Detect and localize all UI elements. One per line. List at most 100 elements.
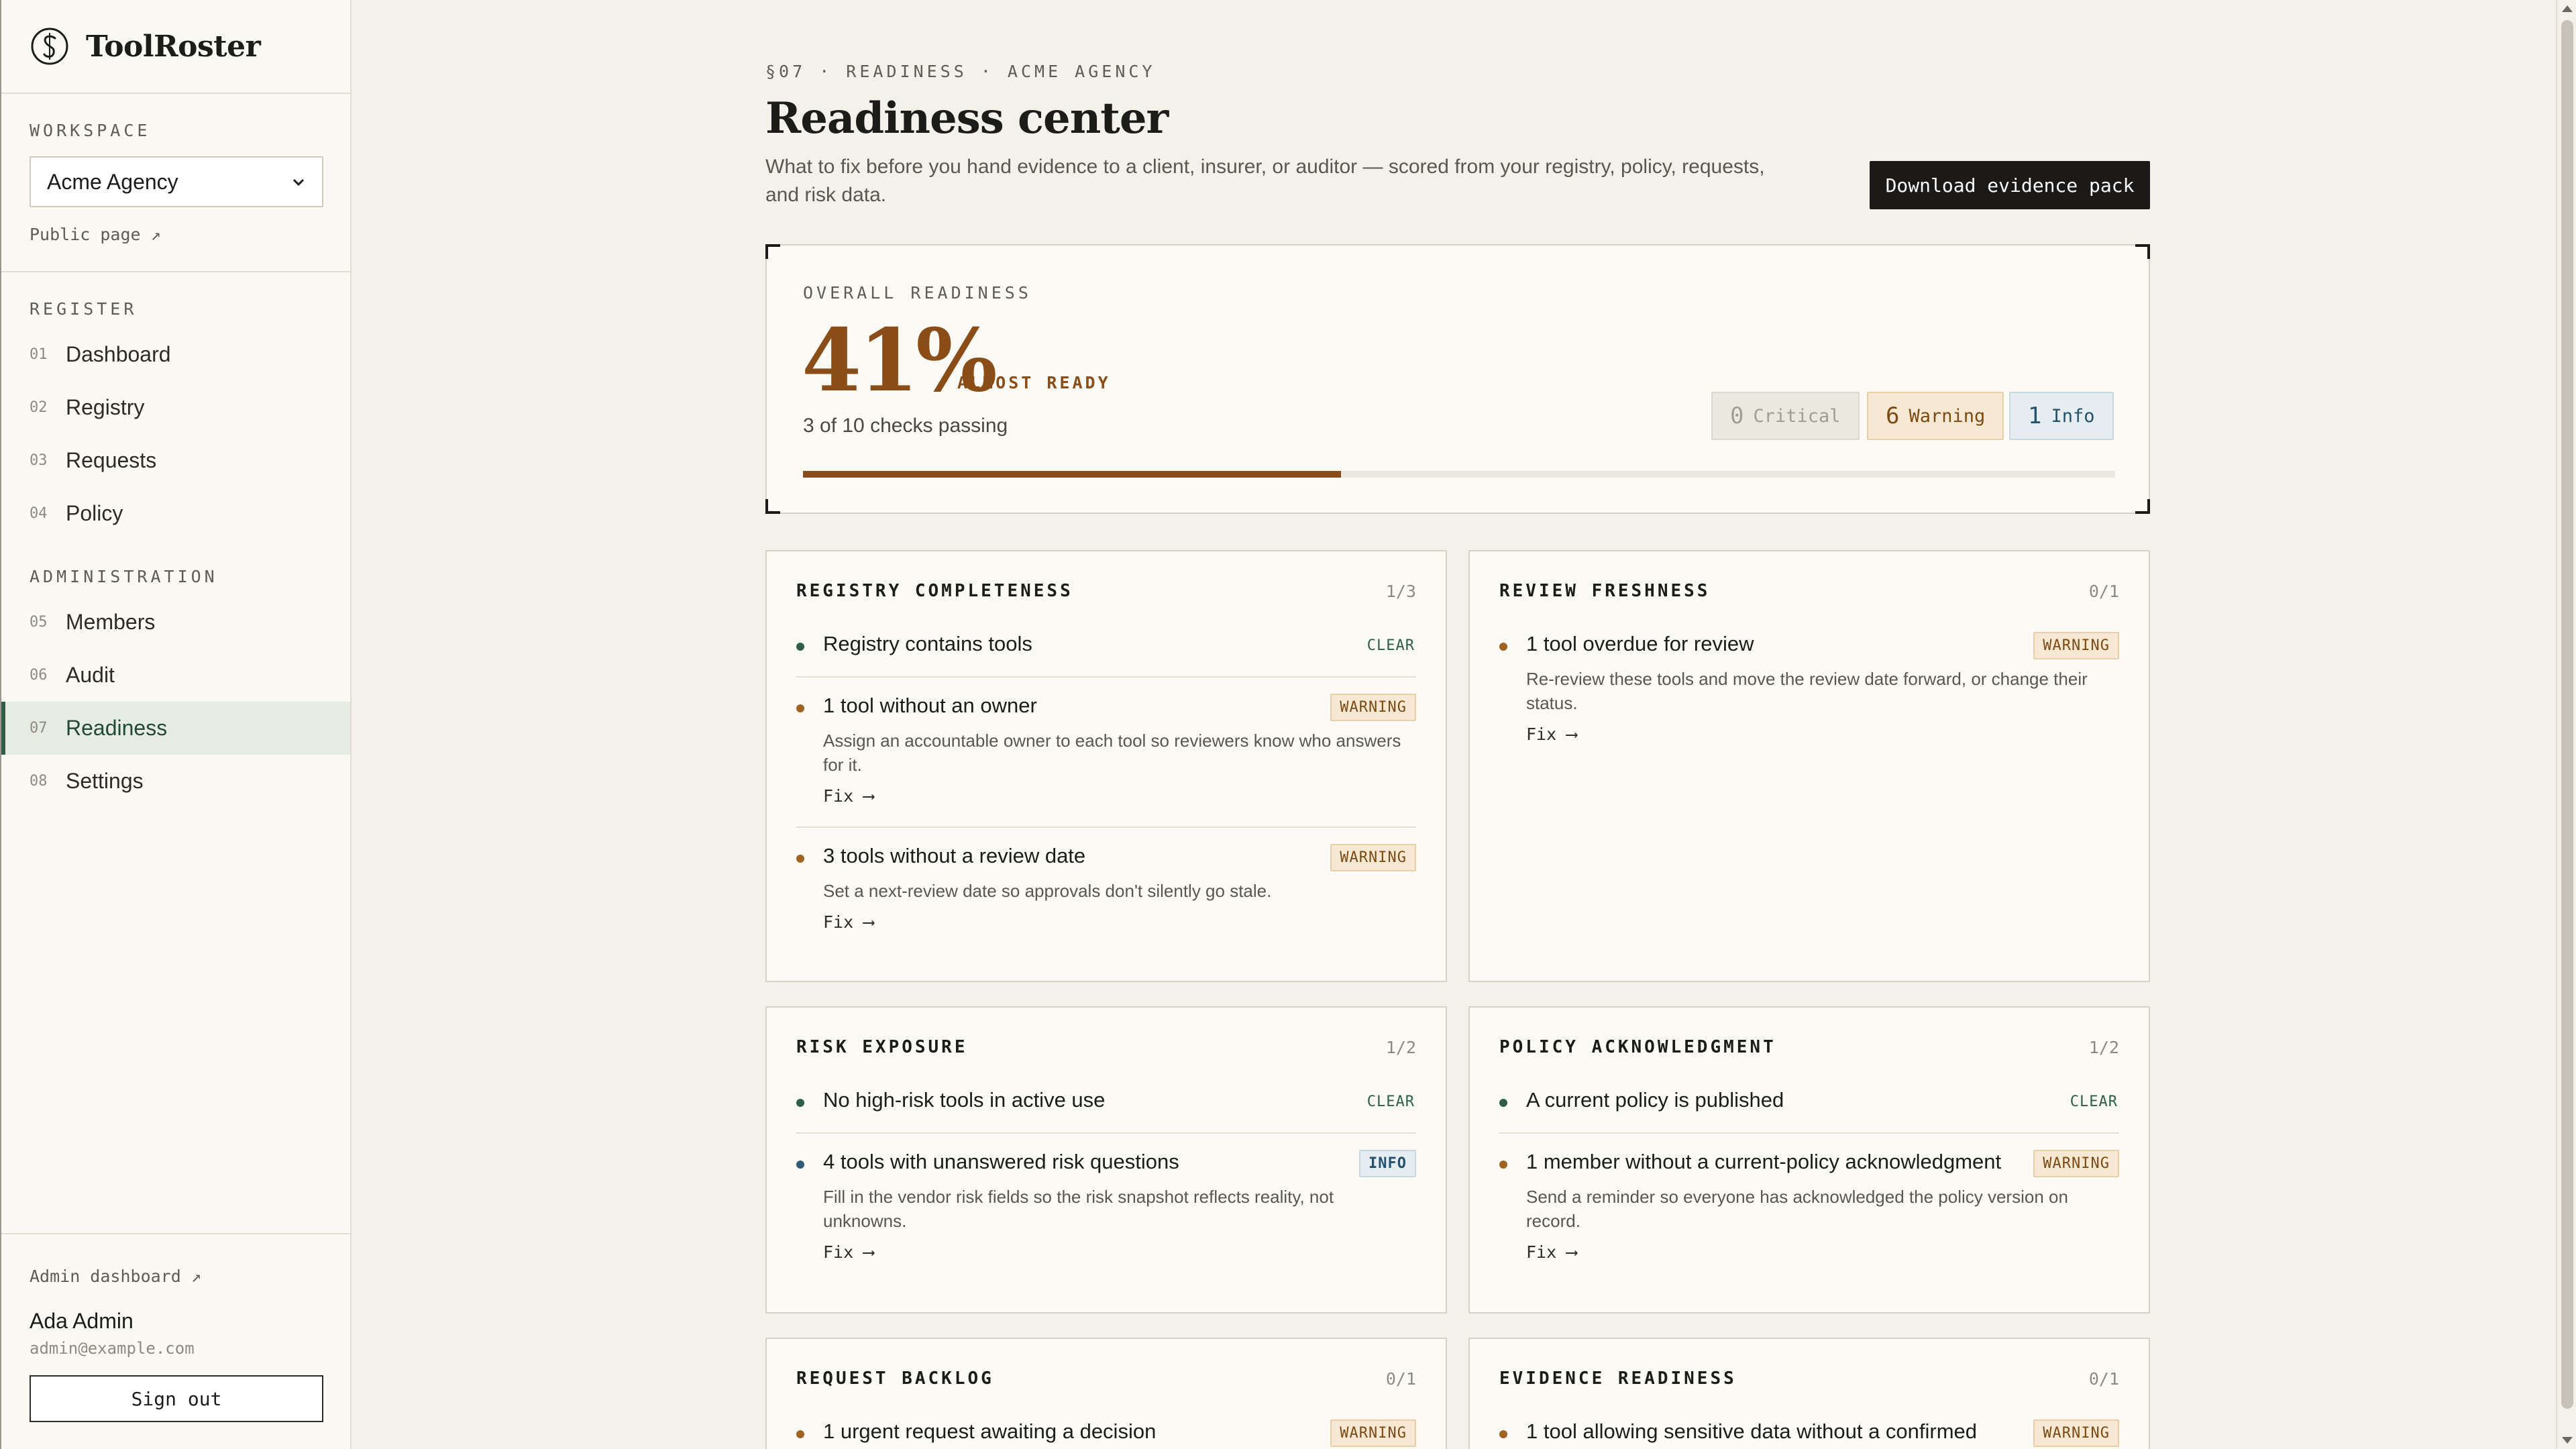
- card-evidence-readiness: EVIDENCE READINESS 0/1 1 tool allowing s…: [1468, 1338, 2150, 1449]
- status-badge: WARNING: [1330, 694, 1416, 721]
- corner-mark: [2135, 244, 2150, 259]
- status-badge: INFO: [1359, 1150, 1416, 1177]
- check-item: 1 tool overdue for review WARNING Re-rev…: [1499, 632, 2119, 766]
- sidebar-item-policy[interactable]: 04 Policy: [1, 487, 350, 540]
- check-item: 1 urgent request awaiting a decision WAR…: [796, 1419, 1416, 1449]
- nav-number: 02: [30, 399, 48, 416]
- warning-label: Warning: [1909, 405, 1986, 427]
- status-dot: [796, 855, 804, 863]
- register-label: REGISTER: [30, 299, 138, 319]
- admin-dashboard-link[interactable]: Admin dashboard ↗: [30, 1267, 323, 1286]
- card-title: REVIEW FRESHNESS: [1499, 581, 1711, 601]
- status-dot: [796, 1099, 804, 1107]
- readiness-status: ALMOST READY: [957, 373, 1111, 392]
- fix-link[interactable]: Fix ⟶: [823, 786, 873, 806]
- overall-readiness-panel: OVERALL READINESS 41% ALMOST READY 3 of …: [765, 244, 2150, 514]
- readiness-progress-fill: [803, 471, 1341, 478]
- card-title: POLICY ACKNOWLEDGMENT: [1499, 1037, 1776, 1057]
- status-dot: [796, 1161, 804, 1169]
- status-badge: WARNING: [2033, 1419, 2119, 1447]
- sidebar-item-members[interactable]: 05 Members: [1, 596, 350, 649]
- sidebar-item-dashboard[interactable]: 01 Dashboard: [1, 328, 350, 381]
- page-title: Readiness center: [765, 93, 1169, 144]
- check-title: 4 tools with unanswered risk questions: [823, 1150, 1179, 1173]
- card-title: REQUEST BACKLOG: [796, 1368, 994, 1389]
- card-registry-completeness: REGISTRY COMPLETENESS 1/3 Registry conta…: [765, 550, 1447, 982]
- corner-mark: [2135, 499, 2150, 514]
- card-count: 1/2: [1385, 1037, 1416, 1057]
- sidebar-item-label: Readiness: [66, 716, 168, 740]
- fix-link[interactable]: Fix ⟶: [823, 1242, 873, 1262]
- fix-link[interactable]: Fix ⟶: [823, 912, 873, 932]
- check-title: A current policy is published: [1526, 1088, 1784, 1112]
- scrollbar-thumb[interactable]: [2561, 20, 2573, 1409]
- sidebar-footer: Admin dashboard ↗ Ada Admin admin@exampl…: [1, 1233, 352, 1449]
- check-title: 1 tool overdue for review: [1526, 632, 1754, 655]
- sidebar: ToolRoster WORKSPACE Acme Agency Public …: [0, 0, 352, 1449]
- public-page-link[interactable]: Public page ↗: [30, 225, 322, 244]
- nav-number: 04: [30, 505, 48, 522]
- workspace-select-value: Acme Agency: [47, 169, 178, 194]
- breadcrumb: §07 · READINESS · ACME AGENCY: [765, 62, 1156, 81]
- sidebar-item-audit[interactable]: 06 Audit: [1, 649, 350, 702]
- scroll-down-arrow-icon[interactable]: [2562, 1437, 2573, 1444]
- sidebar-item-label: Audit: [66, 663, 115, 687]
- readiness-progress-bar: [803, 471, 2115, 478]
- critical-count: 0: [1730, 402, 1744, 429]
- card-title: EVIDENCE READINESS: [1499, 1368, 1737, 1389]
- critical-label: Critical: [1753, 405, 1841, 427]
- card-request-backlog: REQUEST BACKLOG 0/1 1 urgent request awa…: [765, 1338, 1447, 1449]
- check-description: Send a reminder so everyone has acknowle…: [1526, 1187, 2068, 1231]
- check-item: 1 member without a current-policy acknow…: [1499, 1132, 2119, 1280]
- status-dot: [1499, 1161, 1507, 1169]
- sidebar-item-settings[interactable]: 08 Settings: [1, 755, 350, 808]
- page-scrollbar[interactable]: [2556, 0, 2576, 1449]
- check-title: 3 tools without a review date: [823, 844, 1086, 867]
- info-label: Info: [2051, 405, 2095, 427]
- status-badge: CLEAR: [1366, 637, 1415, 654]
- status-badge: CLEAR: [1366, 1093, 1415, 1110]
- info-filter-pill[interactable]: 1 Info: [2009, 392, 2114, 440]
- download-evidence-pack-button[interactable]: Download evidence pack: [1870, 161, 2150, 209]
- status-badge: WARNING: [2033, 1150, 2119, 1177]
- brand-name: ToolRoster: [86, 29, 261, 64]
- sidebar-item-readiness[interactable]: 07 Readiness: [1, 702, 350, 755]
- card-title: REGISTRY COMPLETENESS: [796, 581, 1073, 601]
- card-count: 0/1: [2088, 1368, 2119, 1389]
- sidebar-item-label: Settings: [66, 769, 144, 793]
- sidebar-item-label: Policy: [66, 501, 123, 525]
- nav-number: 05: [30, 614, 48, 631]
- check-title: 1 urgent request awaiting a decision: [823, 1419, 1157, 1443]
- toolroster-logo-icon: [31, 28, 68, 65]
- critical-filter-pill[interactable]: 0 Critical: [1711, 392, 1860, 440]
- status-dot: [796, 1430, 804, 1438]
- check-title: 1 tool without an owner: [823, 694, 1037, 717]
- warning-filter-pill[interactable]: 6 Warning: [1867, 392, 2004, 440]
- scroll-up-arrow-icon[interactable]: [2562, 5, 2573, 12]
- card-count: 1/2: [2088, 1037, 2119, 1057]
- nav-number: 01: [30, 346, 48, 363]
- check-item: 4 tools with unanswered risk questions I…: [796, 1132, 1416, 1280]
- card-count: 0/1: [1385, 1368, 1416, 1389]
- sign-out-button[interactable]: Sign out: [30, 1375, 323, 1422]
- check-title: 1 tool allowing sensitive data without a…: [1526, 1419, 1978, 1443]
- card-title: RISK EXPOSURE: [796, 1037, 968, 1057]
- user-email: admin@example.com: [30, 1339, 195, 1358]
- nav-number: 07: [30, 720, 48, 737]
- status-dot: [1499, 1430, 1507, 1438]
- status-dot: [796, 643, 804, 651]
- status-dot: [1499, 643, 1507, 651]
- status-dot: [1499, 1099, 1507, 1107]
- brand[interactable]: ToolRoster: [1, 0, 350, 94]
- check-description: Fill in the vendor risk fields so the ri…: [823, 1187, 1334, 1231]
- sidebar-item-requests[interactable]: 03 Requests: [1, 434, 350, 487]
- fix-link[interactable]: Fix ⟶: [1526, 1242, 1576, 1262]
- workspace-select[interactable]: Acme Agency: [30, 156, 323, 207]
- info-count: 1: [2028, 402, 2042, 429]
- check-description: Assign an accountable owner to each tool…: [823, 731, 1401, 775]
- administration-label: ADMINISTRATION: [30, 567, 218, 586]
- check-title: No high-risk tools in active use: [823, 1088, 1106, 1112]
- fix-link[interactable]: Fix ⟶: [1526, 724, 1576, 744]
- sidebar-item-registry[interactable]: 02 Registry: [1, 381, 350, 434]
- check-description: Set a next-review date so approvals don'…: [823, 881, 1272, 901]
